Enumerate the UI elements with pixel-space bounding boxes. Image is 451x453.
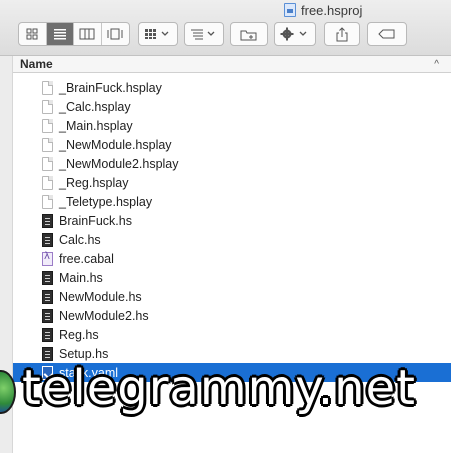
document-icon (42, 118, 53, 133)
sort-dropdown[interactable] (185, 23, 223, 45)
haskell-source-icon (42, 346, 53, 361)
window-title: free.hsproj (284, 2, 362, 18)
new-folder-action[interactable] (231, 23, 267, 45)
file-name: _NewModule2.hsplay (59, 156, 179, 171)
arrange-button[interactable] (138, 22, 178, 46)
haskell-source-icon (42, 232, 53, 247)
cabal-file-icon (42, 251, 53, 266)
file-row[interactable]: NewModule.hs (13, 287, 451, 306)
file-name: Reg.hs (59, 327, 99, 342)
arrange-dropdown[interactable] (139, 23, 177, 45)
file-name: _Calc.hsplay (59, 99, 131, 114)
share-action[interactable] (325, 23, 359, 45)
file-row[interactable]: _Main.hsplay (13, 116, 451, 135)
file-name: _Main.hsplay (59, 118, 133, 133)
share-icon (336, 26, 348, 41)
icon-view-icon (26, 28, 38, 40)
file-name: NewModule2.hs (59, 308, 149, 323)
new-folder-icon (240, 30, 257, 40)
file-name: _Reg.hsplay (59, 175, 129, 190)
file-name: _BrainFuck.hsplay (59, 80, 162, 95)
file-row[interactable]: BrainFuck.hs (13, 211, 451, 230)
file-name: Calc.hs (59, 232, 101, 247)
action-button[interactable] (274, 22, 316, 46)
list-view-button[interactable] (46, 23, 74, 45)
file-name: Setup.hs (59, 346, 109, 361)
sort-lines-icon (191, 29, 215, 40)
file-row[interactable]: Reg.hs (13, 325, 451, 344)
tag-button[interactable] (367, 22, 407, 46)
list-view-icon (53, 29, 66, 40)
view-mode-control[interactable] (18, 22, 130, 46)
document-icon (42, 80, 53, 95)
file-row[interactable]: Main.hs (13, 268, 451, 287)
file-row[interactable]: _Calc.hsplay (13, 97, 451, 116)
document-icon (42, 99, 53, 114)
share-button[interactable] (324, 22, 360, 46)
sort-ascending-icon: ^ (434, 58, 439, 70)
column-view-icon (79, 28, 95, 40)
haskell-source-icon (42, 327, 53, 342)
file-name: NewModule.hs (59, 289, 142, 304)
file-name: free.cabal (59, 251, 114, 266)
window-title-text: free.hsproj (301, 2, 363, 18)
file-row[interactable]: NewModule2.hs (13, 306, 451, 325)
tag-icon (378, 29, 395, 39)
document-icon (42, 175, 53, 190)
file-list: _BrainFuck.hsplay _Calc.hsplay _Main.hspla… (13, 78, 451, 382)
file-row[interactable]: free.cabal (13, 249, 451, 268)
file-row[interactable]: _BrainFuck.hsplay (13, 78, 451, 97)
file-name: BrainFuck.hs (59, 213, 132, 228)
cover-flow-icon (107, 28, 123, 40)
file-name: _Teletype.hsplay (59, 194, 153, 209)
file-row[interactable]: Calc.hs (13, 230, 451, 249)
file-row[interactable]: _NewModule2.hsplay (13, 154, 451, 173)
haskell-source-icon (42, 213, 53, 228)
column-view-button[interactable] (74, 23, 102, 45)
file-name: _NewModule.hsplay (59, 137, 172, 152)
file-row[interactable]: _Reg.hsplay (13, 173, 451, 192)
name-column-header[interactable]: Name ^ (13, 56, 451, 73)
haskell-source-icon (42, 308, 53, 323)
file-row[interactable]: _Teletype.hsplay (13, 192, 451, 211)
file-row[interactable]: _NewModule.hsplay (13, 135, 451, 154)
name-column-label: Name (20, 57, 53, 71)
haskell-source-icon (42, 270, 53, 285)
sort-button[interactable] (184, 22, 224, 46)
tag-action[interactable] (368, 23, 406, 45)
project-file-icon (284, 3, 296, 17)
icon-view-button[interactable] (19, 23, 47, 45)
haskell-source-icon (42, 289, 53, 304)
cover-flow-button[interactable] (102, 23, 129, 45)
window-titlebar: free.hsproj (0, 0, 451, 56)
gear-icon (280, 27, 307, 41)
document-icon (42, 194, 53, 209)
action-dropdown[interactable] (275, 23, 315, 45)
document-icon (42, 156, 53, 171)
watermark-text: telegrammy.net (22, 360, 416, 416)
new-folder-button[interactable] (230, 22, 268, 46)
file-name: Main.hs (59, 270, 103, 285)
arrange-grid-icon (145, 29, 169, 39)
document-icon (42, 137, 53, 152)
